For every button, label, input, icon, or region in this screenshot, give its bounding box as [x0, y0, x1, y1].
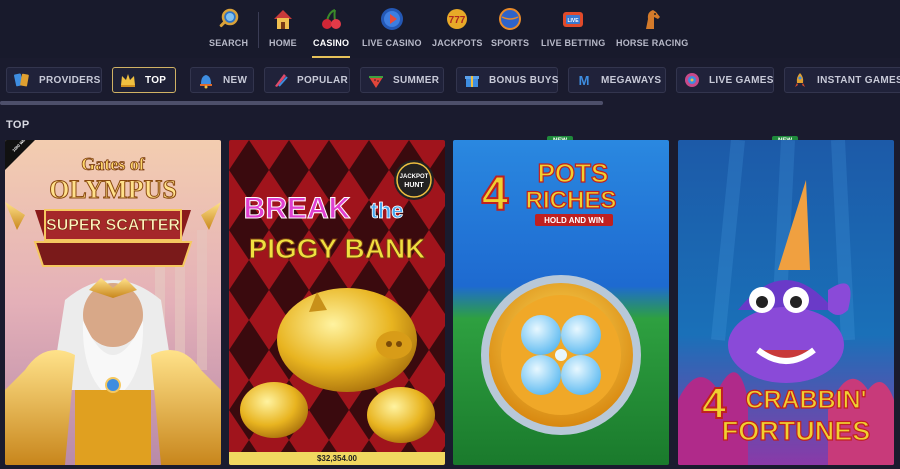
game-artwork: JACKPOT HUNT BREAK the PIGGY BANK [229, 140, 445, 465]
category-popular[interactable]: POPULAR [264, 67, 350, 93]
crown-icon [119, 71, 137, 89]
category-label: BONUS BUYS [489, 74, 559, 86]
nav-divider [258, 12, 259, 48]
category-label: MEGAWAYS [601, 74, 662, 86]
nav-label: HORSE RACING [616, 38, 689, 48]
game-title-line2: RICHES [526, 187, 617, 214]
rocket-icon [791, 71, 809, 89]
game-artwork: 4 CRABBIN' FORTUNES [678, 140, 894, 465]
game-tile-gates-of-olympus[interactable]: Gates of OLYMPUS SUPER SCATTER 1000 WINS [5, 140, 221, 465]
game-tile-4-pots-riches[interactable]: 4 POTS RICHES HOLD AND WIN [453, 140, 669, 465]
jackpot-hunt-badge-line2: HUNT [404, 182, 424, 189]
category-bar: PROVIDERS TOP NEW POPULAR SUMMER BONUS B… [0, 62, 900, 98]
category-label: POPULAR [297, 74, 348, 86]
category-label: INSTANT GAMES [817, 74, 900, 86]
nav-live-betting[interactable]: LIVE LIVE BETTING [541, 6, 605, 48]
game-title-line2: PIGGY BANK [249, 233, 426, 264]
jackpot-777-icon: 777 [444, 6, 470, 32]
game-title-line3: SUPER SCATTER [46, 217, 180, 234]
horse-icon [639, 6, 665, 32]
home-icon [270, 6, 296, 32]
nav-jackpots[interactable]: 777 JACKPOTS [432, 6, 483, 48]
nav-label: HOME [269, 38, 297, 48]
category-live-games[interactable]: LIVE GAMES [676, 67, 774, 93]
cherries-icon [318, 6, 344, 32]
nav-home[interactable]: HOME [269, 6, 297, 48]
game-title-word: the [371, 198, 404, 223]
game-tile-break-the-piggy-bank[interactable]: JACKPOT HUNT BREAK the PIGGY BANK $32,35… [229, 140, 445, 465]
watermelon-icon [367, 71, 385, 89]
top-navigation: SEARCH HOME CASINO LIVE CASINO 777 JACKP… [0, 0, 900, 58]
game-tile-4-crabbin-fortunes[interactable]: 4 CRABBIN' FORTUNES [678, 140, 894, 465]
category-bonus-buys[interactable]: BONUS BUYS [456, 67, 558, 93]
live-tv-icon: LIVE [560, 6, 586, 32]
nav-label: LIVE BETTING [541, 38, 606, 48]
game-title-line2: OLYMPUS [49, 175, 177, 204]
game-artwork: Gates of OLYMPUS SUPER SCATTER 1000 WINS [5, 140, 221, 465]
category-providers[interactable]: PROVIDERS [6, 67, 102, 93]
scrollbar-thumb[interactable] [0, 101, 603, 105]
roulette-icon [683, 71, 701, 89]
game-title-line1: BREAK [244, 192, 351, 225]
category-new[interactable]: NEW [190, 67, 254, 93]
play-icon [379, 6, 405, 32]
game-title-line1: 4 [482, 168, 509, 221]
category-label: SUMMER [393, 74, 440, 86]
category-top[interactable]: TOP [112, 67, 176, 93]
game-subtitle: HOLD AND WIN [544, 216, 604, 225]
search-icon [216, 6, 242, 32]
category-label: NEW [223, 74, 248, 86]
nav-horse-racing[interactable]: HORSE RACING [616, 6, 688, 48]
nav-live-casino[interactable]: LIVE CASINO [362, 6, 422, 48]
nav-sports[interactable]: SPORTS [491, 6, 529, 48]
category-summer[interactable]: SUMMER [360, 67, 444, 93]
category-label: TOP [145, 74, 167, 86]
ball-icon [497, 6, 523, 32]
active-nav-underline [312, 56, 350, 58]
nav-label: LIVE CASINO [362, 38, 422, 48]
nav-label: SEARCH [209, 38, 249, 48]
gift-icon [463, 71, 481, 89]
bell-icon [197, 71, 215, 89]
nav-search[interactable]: SEARCH [209, 6, 248, 48]
section-title: TOP [6, 119, 30, 131]
game-artwork: 4 POTS RICHES HOLD AND WIN [453, 140, 669, 465]
nav-label: JACKPOTS [432, 38, 483, 48]
game-title-word: POTS [538, 158, 609, 188]
megaways-icon: M [575, 71, 593, 89]
category-instant-games[interactable]: INSTANT GAMES [784, 67, 900, 93]
svg-text:M: M [579, 73, 590, 88]
category-scrollbar[interactable] [0, 101, 603, 105]
nav-label: CASINO [313, 38, 350, 48]
category-label: LIVE GAMES [709, 74, 774, 86]
jackpot-amount: $32,354.00 [229, 452, 445, 465]
svg-text:LIVE: LIVE [568, 18, 580, 24]
popular-icon [271, 71, 289, 89]
game-title-line1: Gates of [81, 154, 145, 174]
category-megaways[interactable]: M MEGAWAYS [568, 67, 666, 93]
game-title-word: CRABBIN' [745, 386, 866, 414]
category-label: PROVIDERS [39, 74, 101, 86]
svg-text:777: 777 [449, 15, 466, 26]
nav-casino[interactable]: CASINO [313, 6, 349, 48]
providers-icon [13, 71, 31, 89]
game-title-line2: FORTUNES [722, 416, 871, 446]
nav-label: SPORTS [491, 38, 530, 48]
jackpot-hunt-badge-line1: JACKPOT [400, 174, 429, 180]
